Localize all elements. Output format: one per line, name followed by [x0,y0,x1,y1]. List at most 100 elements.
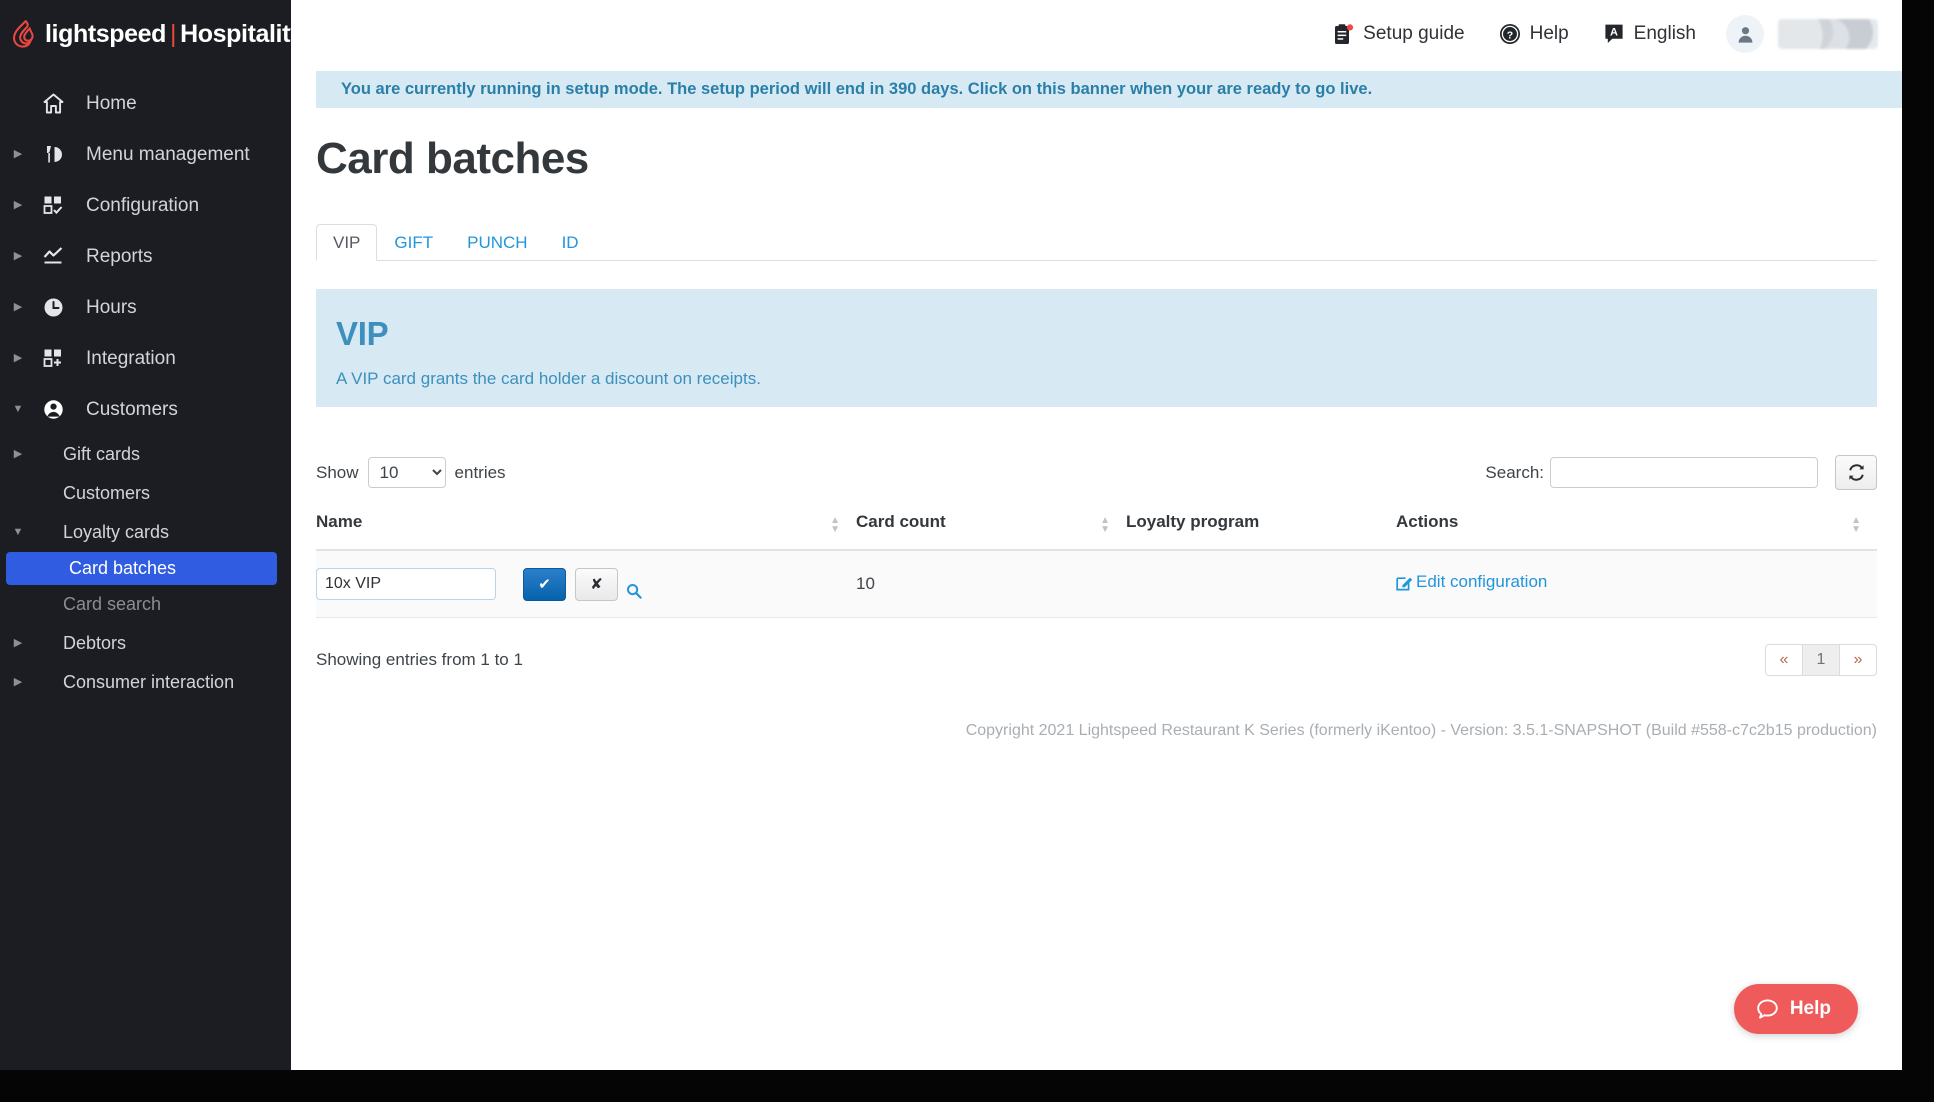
column-header-name[interactable]: Name ▲ ▼ [316,512,856,551]
sidebar-item-debtors[interactable]: ▶ Debtors [0,624,291,663]
chat-bubble-icon [1756,998,1779,1021]
chevron-right-icon[interactable]: ▶ [0,353,36,364]
page-size-select[interactable]: 102550100 [367,457,446,488]
chevron-down-icon[interactable]: ▼ [0,404,36,415]
integration-icon [36,348,70,369]
tab-punch[interactable]: PUNCH [450,224,544,261]
sidebar-item-consumer-interaction[interactable]: ▶ Consumer interaction [0,663,291,702]
chevron-down-icon[interactable]: ▼ [0,527,36,538]
sidebar-item-label: Home [86,92,137,114]
menu-management-icon [36,144,70,165]
configuration-icon [36,195,70,216]
help-button[interactable]: ? Help [1499,23,1569,45]
batch-name-input[interactable] [316,568,496,600]
setup-banner-text: You are currently running in setup mode.… [341,80,1373,98]
sidebar-item-label: Configuration [86,194,200,216]
table-footer: Showing entries from 1 to 1 « 1 » [316,644,1877,676]
brand-word-lightspeed: lightspeed [45,19,167,48]
sort-icon[interactable]: ▲ ▼ [1100,516,1110,535]
sidebar-subitem-label: Card search [63,594,162,614]
sidebar-item-label: Integration [86,347,176,369]
card-batches-table: Name ▲ ▼ Card count ▲ ▼ Loyalty program Ac… [316,512,1877,618]
sidebar-subitem-label: Consumer interaction [63,672,235,692]
tab-id[interactable]: ID [545,224,596,261]
column-label: Loyalty program [1126,512,1260,531]
search-input[interactable] [1550,457,1818,488]
sidebar-item-label: Reports [86,245,153,267]
translate-icon: A [1603,23,1625,45]
cancel-rename-button[interactable]: ✘ [575,567,618,601]
sidebar-subitem-label: Loyalty cards [63,522,170,542]
search-label: Search: [1485,462,1544,482]
sidebar-item-home[interactable]: Home [0,78,291,129]
cell-actions: Edit configuration [1396,550,1877,618]
refresh-icon [1848,464,1864,481]
brand-text: lightspeed | Hospitality [45,20,304,49]
setup-guide-button[interactable]: Setup guide [1333,23,1465,46]
chevron-right-icon[interactable]: ▶ [0,638,36,649]
home-icon [36,93,70,114]
app-viewport: lightspeed | Hospitality Home ▶ Menu man… [0,0,1902,1070]
chevron-right-icon[interactable]: ▶ [0,302,36,313]
pagination-next[interactable]: » [1839,644,1877,676]
chevron-right-icon[interactable]: ▶ [0,677,36,688]
reports-icon [36,246,70,267]
column-header-actions[interactable]: Actions ▲ ▼ [1396,512,1877,551]
svg-text:?: ? [1506,30,1512,42]
chevron-right-icon[interactable]: ▶ [0,251,36,262]
refresh-button[interactable] [1835,455,1877,490]
pagination-prev[interactable]: « [1765,644,1803,676]
help-chat-widget-button[interactable]: Help [1733,984,1858,1034]
entries-label: entries [454,462,506,482]
brand-logo-area[interactable]: lightspeed | Hospitality [0,0,304,68]
name-edit-group: ✔ ✘ [316,567,856,601]
sidebar-item-hours[interactable]: ▶ Hours [0,282,291,333]
help-widget-label: Help [1789,998,1831,1019]
cell-name: ✔ ✘ [316,550,856,618]
show-entries-control: Show 102550100 entries [316,457,506,488]
sidebar-subitem-label: Card batches [69,558,177,578]
tab-vip[interactable]: VIP [316,224,378,261]
sidebar-subitem-label: Gift cards [63,444,141,464]
sort-icon[interactable]: ▲ ▼ [830,516,840,535]
pagination: « 1 » [1765,644,1877,676]
column-header-loyalty-program[interactable]: Loyalty program [1126,512,1396,551]
sidebar-item-loyalty-cards[interactable]: ▼ Loyalty cards [0,513,291,552]
close-icon: ✘ [590,576,603,593]
sidebar-item-card-batches[interactable]: Card batches [6,552,277,585]
setup-mode-banner[interactable]: You are currently running in setup mode.… [316,71,1902,108]
help-circle-icon: ? [1499,23,1521,45]
chevron-right-icon[interactable]: ▶ [0,149,36,160]
table-head: Name ▲ ▼ Card count ▲ ▼ Loyalty program Ac… [316,512,1877,551]
chevron-right-icon[interactable]: ▶ [0,200,36,211]
tab-gift[interactable]: GIFT [377,224,450,261]
username-redacted [1778,19,1878,49]
sidebar-item-configuration[interactable]: ▶ Configuration [0,180,291,231]
avatar[interactable] [1726,15,1764,53]
table-row: ✔ ✘ [316,550,1877,618]
sidebar-item-reports[interactable]: ▶ Reports [0,231,291,282]
sidebar-item-integration[interactable]: ▶ Integration [0,333,291,384]
help-label: Help [1529,23,1569,44]
column-header-card-count[interactable]: Card count ▲ ▼ [856,512,1126,551]
sidebar-item-menu-management[interactable]: ▶ Menu management [0,129,291,180]
user-icon [1738,26,1752,43]
column-label: Name [316,512,363,531]
chevron-right-icon[interactable]: ▶ [0,449,36,460]
sidebar-item-gift-cards[interactable]: ▶ Gift cards [0,435,291,474]
sidebar-item-customers-sub[interactable]: Customers [0,474,291,513]
svg-text:A: A [1610,27,1618,39]
bottom-edge-border [0,1070,1902,1102]
pagination-page-1[interactable]: 1 [1802,644,1840,676]
edit-configuration-link[interactable]: Edit configuration [1396,572,1547,592]
search-batch-icon[interactable] [626,583,642,599]
sidebar-item-card-search[interactable]: Card search [0,585,291,624]
sort-icon[interactable]: ▲ ▼ [1851,516,1861,535]
confirm-rename-button[interactable]: ✔ [523,567,566,601]
sidebar-item-customers[interactable]: ▼ Customers [0,384,291,435]
clock-icon [36,297,70,318]
copyright-text: Copyright 2021 Lightspeed Restaurant K S… [965,722,1877,739]
column-label: Card count [856,512,946,531]
language-selector[interactable]: A English [1603,23,1696,45]
check-icon: ✔ [538,576,551,593]
